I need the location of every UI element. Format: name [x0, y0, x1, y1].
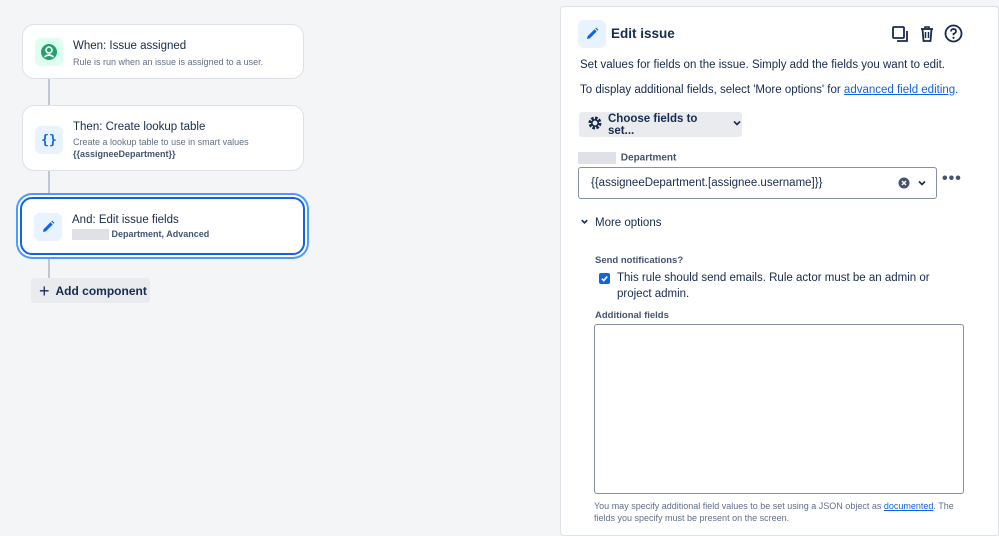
card-subtitle-value: {{assigneeDepartment}} [73, 149, 176, 159]
action-card-lookup[interactable]: {} Then: Create lookup table Create a lo… [22, 105, 304, 171]
plus-icon: + [39, 280, 50, 301]
additional-fields-hint: To display additional fields, select 'Mo… [580, 84, 959, 96]
card-title: When: Issue assigned [73, 40, 187, 52]
clear-icon[interactable] [898, 177, 910, 192]
choose-fields-button[interactable]: Choose fields to set... [579, 112, 742, 137]
card-title: And: Edit issue fields [72, 214, 179, 226]
card-subtitle-value: Department, Advanced [111, 229, 210, 239]
chevron-down-icon [732, 118, 742, 131]
more-options-toggle[interactable]: More options [580, 217, 661, 229]
send-notifications-label: Send notifications? [595, 255, 684, 266]
more-options-label: More options [595, 217, 662, 229]
panel-description: Set values for fields on the issue. Simp… [580, 59, 946, 71]
add-component-label: Add component [55, 283, 147, 298]
redacted-text [578, 152, 616, 164]
trigger-user-icon [35, 38, 63, 66]
department-field[interactable]: {{assigneeDepartment.[assignee.username]… [578, 167, 937, 199]
field-label: Department [620, 152, 677, 164]
add-component-button[interactable]: + Add component [31, 278, 150, 303]
trigger-card[interactable]: When: Issue assigned Rule is run when an… [22, 24, 304, 79]
edit-issue-panel: Edit issue Set values for fields on the … [560, 6, 999, 536]
help-icon[interactable] [943, 23, 964, 44]
pencil-icon [578, 20, 606, 48]
trash-icon[interactable] [916, 23, 937, 44]
chevron-down-icon [580, 217, 589, 229]
card-title: Then: Create lookup table [73, 121, 206, 133]
copy-icon[interactable] [889, 23, 910, 44]
redacted-text [72, 229, 109, 241]
additional-fields-help: You may specify additional field values … [594, 501, 954, 523]
additional-fields-textarea[interactable] [594, 324, 964, 494]
pencil-icon [34, 213, 62, 241]
braces-icon: {} [35, 126, 63, 154]
gear-icon [587, 115, 603, 134]
card-subtitle: Rule is run when an issue is assigned to… [73, 57, 264, 67]
send-notifications-text: This rule should send emails. Rule actor… [617, 272, 930, 300]
action-card-edit-issue[interactable]: And: Edit issue fields Department, Advan… [20, 197, 305, 255]
department-field-value: {{assigneeDepartment.[assignee.username]… [591, 177, 823, 189]
additional-fields-label: Additional fields [595, 310, 669, 321]
choose-fields-label: Choose fields to set... [608, 112, 698, 137]
connector-line [48, 170, 50, 198]
connector-line [48, 78, 50, 106]
card-subtitle: Create a lookup table to use in smart va… [73, 137, 249, 147]
more-actions-icon[interactable]: ••• [942, 170, 962, 188]
panel-toolbar [889, 23, 964, 44]
documented-link[interactable]: documented [884, 501, 934, 511]
rule-canvas: When: Issue assigned Rule is run when an… [0, 0, 560, 536]
chevron-down-icon[interactable] [917, 178, 927, 191]
panel-title: Edit issue [611, 26, 675, 41]
connector-line [48, 254, 50, 279]
send-notifications-checkbox[interactable] [599, 273, 610, 284]
advanced-field-editing-link[interactable]: advanced field editing [844, 84, 955, 96]
